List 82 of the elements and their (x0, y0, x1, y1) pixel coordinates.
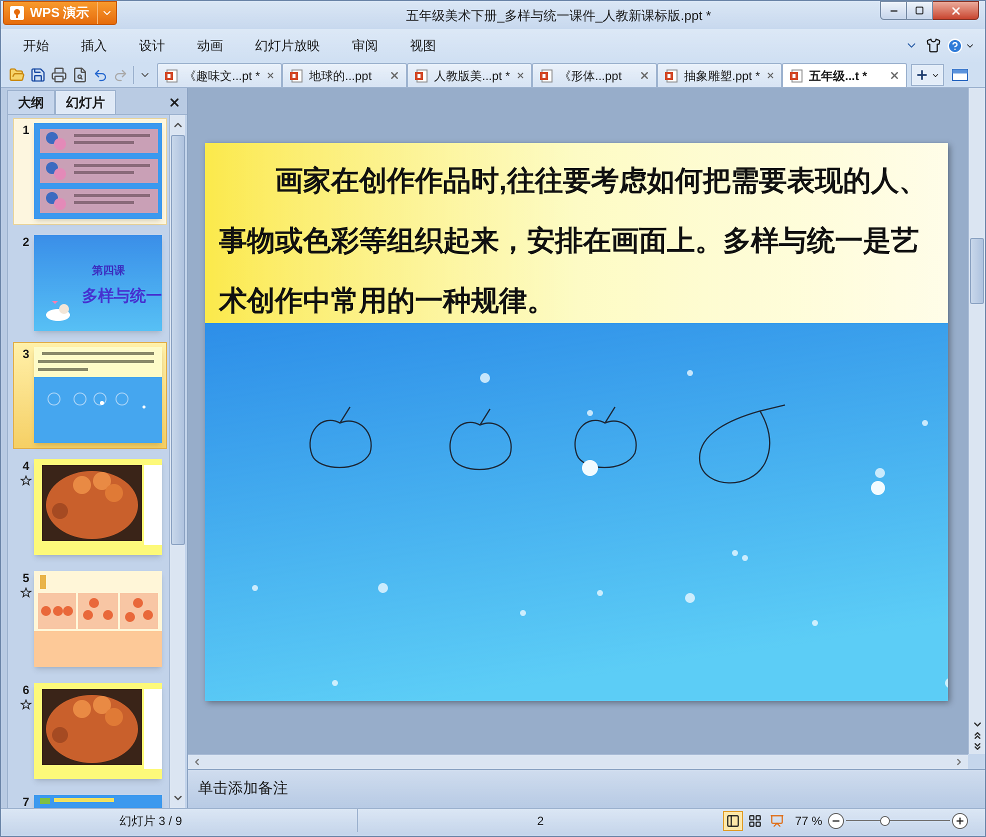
save-icon[interactable] (30, 67, 46, 83)
undo-icon[interactable] (93, 68, 108, 82)
scroll-right-icon[interactable] (954, 757, 964, 767)
document-tab[interactable]: 《趣味文...pt * (157, 63, 282, 87)
slide-list-item[interactable]: 6 (13, 678, 167, 785)
close-icon (950, 4, 962, 16)
slide-list-item[interactable]: 7 (13, 790, 167, 808)
menu-item[interactable]: 开始 (11, 36, 61, 56)
zoom-out-button[interactable] (828, 812, 844, 828)
horizontal-scrollbar[interactable] (188, 754, 968, 769)
zoom-in-button[interactable] (952, 812, 968, 828)
plus-icon (955, 816, 966, 826)
presentation-file-icon (789, 68, 803, 82)
slide-number: 1 (22, 123, 30, 137)
logo-icon (10, 6, 24, 20)
document-tab[interactable]: 《形体...ppt (532, 63, 657, 87)
close-tab-icon[interactable] (766, 70, 775, 81)
slide-number: 5 (22, 571, 30, 585)
normal-view-icon (726, 814, 740, 828)
menu-item[interactable]: 动画 (185, 36, 235, 56)
notes-placeholder: 单击添加备注 (198, 778, 288, 799)
maximize-button[interactable] (907, 1, 933, 20)
presentation-file-icon (414, 68, 428, 82)
document-tab[interactable]: 地球的...ppt (282, 63, 407, 87)
document-tab[interactable]: 抽象雕塑.ppt * (657, 63, 782, 87)
next-slide-icon[interactable] (972, 741, 982, 752)
slide-number: 4 (22, 459, 30, 473)
close-tab-icon[interactable] (516, 70, 525, 81)
slide-number: 2 (22, 235, 30, 249)
presentation-file-icon (539, 68, 553, 82)
grid-icon (748, 814, 762, 828)
scrollbar-thumb[interactable] (970, 238, 984, 304)
close-tab-icon[interactable] (889, 70, 900, 81)
presentation-file-icon (164, 68, 178, 82)
maximize-icon (915, 6, 924, 15)
slide-list-item[interactable]: 3 (13, 342, 167, 449)
menu-item[interactable]: 视图 (398, 36, 448, 56)
close-button[interactable] (933, 1, 979, 20)
scrollbar[interactable] (169, 115, 185, 808)
notes-pane[interactable]: 单击添加备注 (188, 769, 985, 808)
zoom-slider[interactable] (846, 814, 950, 828)
zoom-level: 77 % (795, 812, 822, 830)
slide-list-item[interactable]: 4 (13, 454, 167, 561)
status-text: 2 (537, 812, 544, 830)
plus-icon (915, 68, 929, 82)
print-preview-icon[interactable] (72, 67, 88, 83)
close-panel-icon[interactable] (168, 96, 181, 109)
menu-item[interactable]: 幻灯片放映 (243, 36, 332, 56)
scrollbar[interactable] (968, 88, 985, 754)
help-icon[interactable] (947, 38, 963, 54)
menu-item[interactable]: 设计 (127, 36, 177, 56)
panel-tab[interactable]: 幻灯片 (55, 90, 116, 114)
slide-number: 3 (22, 347, 30, 361)
slide-number: 6 (22, 683, 30, 697)
print-icon[interactable] (51, 67, 67, 83)
window-title: 五年级美术下册_多样与统一课件_人教新课标版.ppt * (406, 7, 712, 25)
close-tab-icon[interactable] (639, 70, 650, 81)
slide-heading: 第四课 (92, 264, 125, 279)
slide-list-item[interactable]: 2 第四课 多样与统一 (13, 230, 167, 337)
close-tab-icon[interactable] (389, 70, 400, 81)
menu-item[interactable]: 插入 (69, 36, 119, 56)
window-layout-icon[interactable] (952, 69, 968, 81)
slideshow-icon (770, 814, 784, 828)
scrollbar-thumb[interactable] (170, 135, 184, 545)
new-tab-button[interactable] (911, 64, 944, 86)
slide-counter: 幻灯片 3 / 9 (119, 812, 182, 830)
slide-text: 画家在创作作品时,往往要考虑如何把需要表现的人、事物或色彩等组织起来，安排在画面上。多样与统一是艺术创作中常用的一种规律。 (219, 164, 928, 318)
close-tab-icon[interactable] (266, 70, 275, 81)
slide-list-item[interactable]: 1 (13, 118, 167, 225)
presentation-file-icon (289, 68, 303, 82)
document-tab[interactable]: 五年级...t * (782, 63, 907, 87)
slide-list-item[interactable]: 5 (13, 566, 167, 673)
scroll-left-icon[interactable] (192, 757, 202, 767)
slide-number: 7 (22, 795, 30, 808)
menu-item[interactable]: 审阅 (340, 36, 390, 56)
normal-view-button[interactable] (723, 810, 743, 830)
presentation-file-icon (664, 68, 678, 82)
previous-slide-icon[interactable] (972, 730, 982, 741)
panel-tab[interactable]: 大纲 (7, 90, 55, 114)
slide-title: 多样与统一 (82, 286, 162, 307)
document-tab[interactable]: 人教版美...pt * (407, 63, 532, 87)
slider-thumb[interactable] (880, 816, 890, 826)
